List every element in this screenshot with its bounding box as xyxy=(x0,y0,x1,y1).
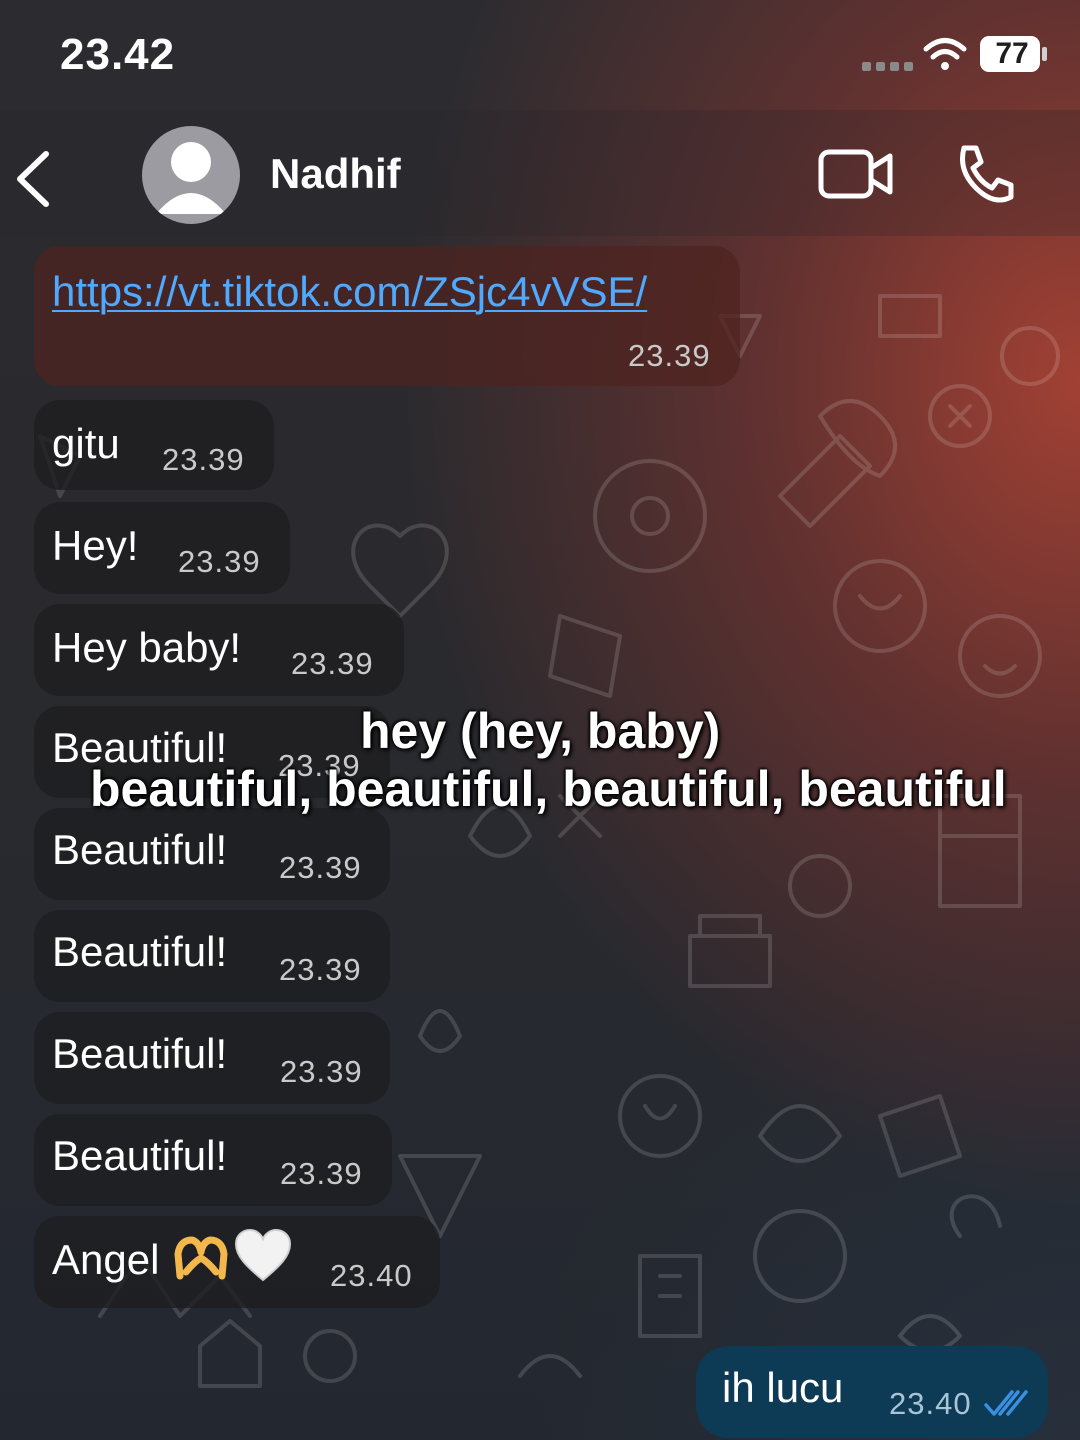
caption-line-2: beautiful, beautiful, beautiful, beautif… xyxy=(90,761,1007,817)
read-receipt-ticks-icon xyxy=(984,1390,1028,1416)
default-avatar-icon xyxy=(156,142,226,214)
message-time: 23.39 xyxy=(162,442,245,477)
status-bar: 23.42 77 xyxy=(0,0,1080,110)
message-time: 23.39 xyxy=(178,544,261,579)
video-call-icon[interactable] xyxy=(818,148,894,200)
message-link[interactable]: https://vt.tiktok.com/ZSjc4vVSE/ xyxy=(52,268,647,316)
contact-avatar[interactable] xyxy=(142,126,240,224)
voice-call-icon[interactable] xyxy=(954,144,1014,206)
outgoing-message-text: ih lucu xyxy=(722,1364,844,1411)
status-time: 23.42 xyxy=(60,30,176,79)
contact-name[interactable]: Nadhif xyxy=(270,150,401,198)
message-text: Beautiful! xyxy=(52,826,228,873)
outgoing-message-time: 23.40 xyxy=(889,1386,972,1421)
battery-level: 77 xyxy=(995,37,1029,70)
heart-hands-emoji-icon xyxy=(174,1236,228,1280)
message-time: 23.39 xyxy=(279,952,362,987)
message-text: Beautiful! xyxy=(52,1030,228,1077)
message-text: Beautiful! xyxy=(52,928,228,975)
message-text: gitu xyxy=(52,420,120,467)
chat-header: Nadhif xyxy=(0,110,1080,236)
message-text: Beautiful! xyxy=(52,1132,228,1179)
message-text: Hey! xyxy=(52,522,139,569)
message-time: 23.39 xyxy=(291,646,374,681)
message-text: Angel xyxy=(52,1236,160,1283)
message-time: 23.39 xyxy=(280,1156,363,1191)
white-heart-emoji-icon xyxy=(234,1228,292,1282)
wifi-icon xyxy=(923,38,967,70)
back-chevron-icon[interactable] xyxy=(10,148,56,210)
message-time: 23.39 xyxy=(279,850,362,885)
caption-line-1: hey (hey, baby) xyxy=(360,703,721,759)
message-time: 23.40 xyxy=(330,1258,413,1293)
message-time: 23.39 xyxy=(280,1054,363,1089)
signal-icon xyxy=(862,62,913,71)
message-time: 23.39 xyxy=(628,338,711,373)
message-text: Hey baby! xyxy=(52,624,242,671)
